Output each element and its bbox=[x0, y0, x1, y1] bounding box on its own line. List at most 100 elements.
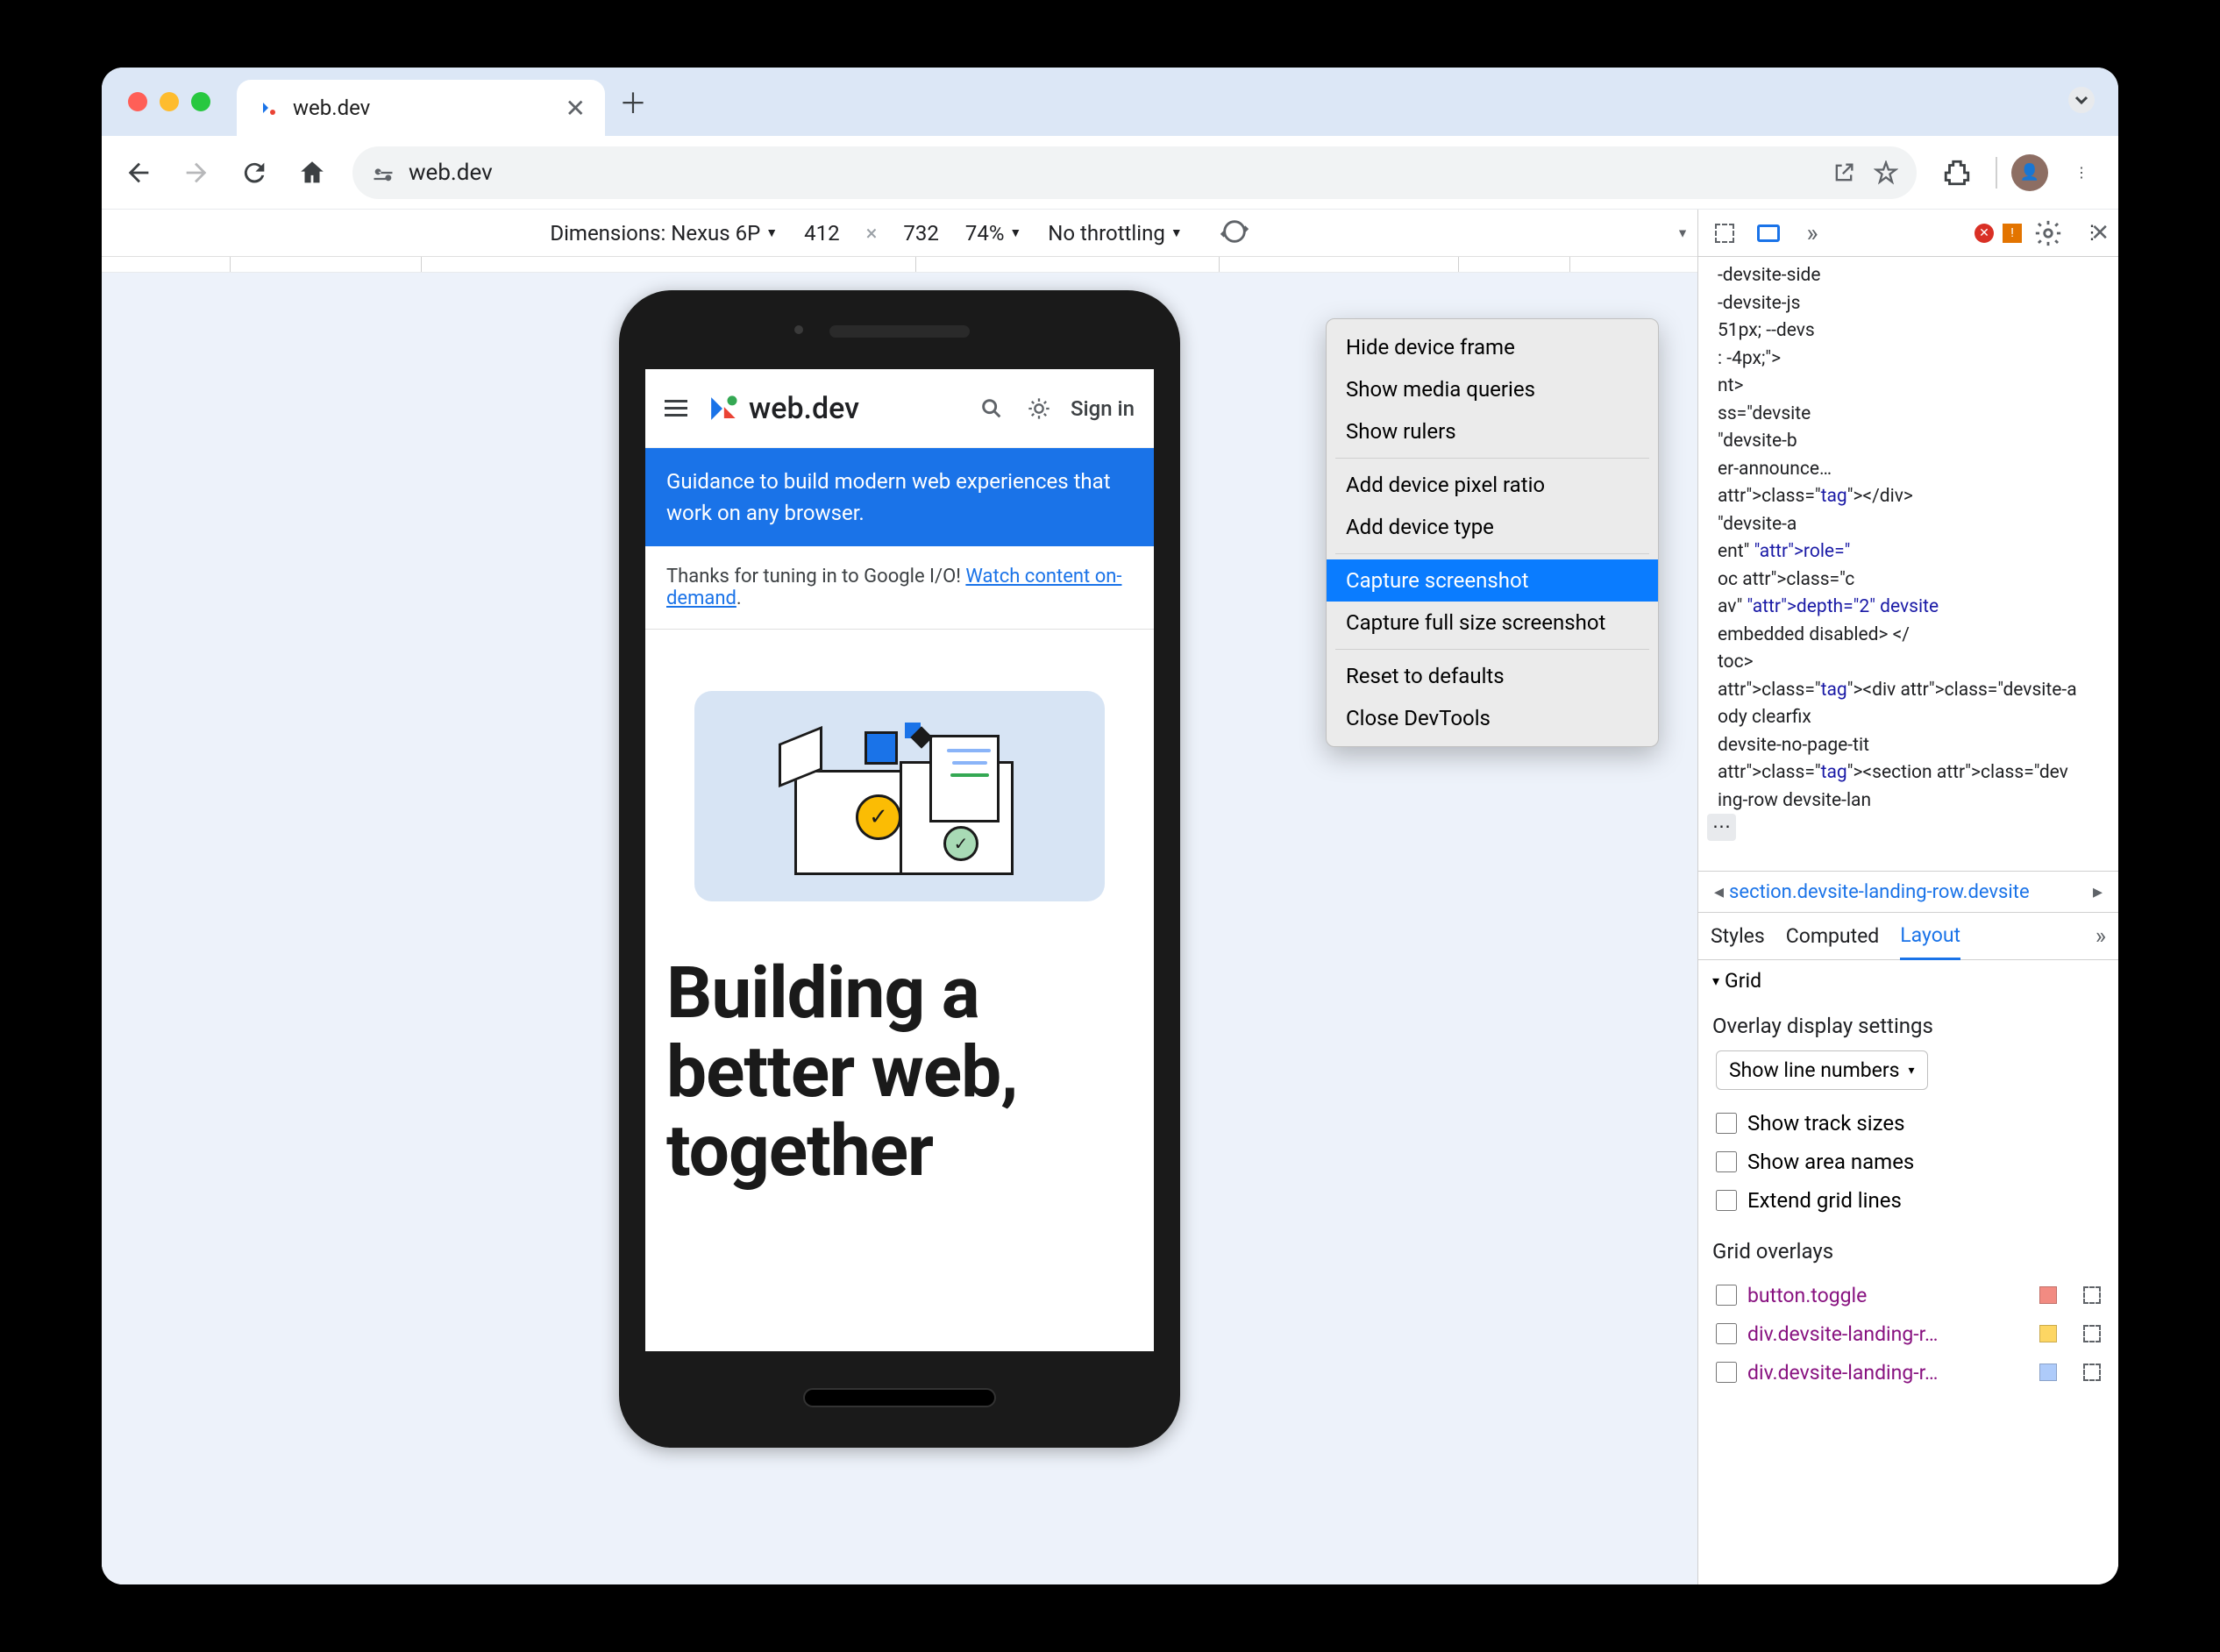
grid-overlay-row[interactable]: div.devsite-landing-r… bbox=[1716, 1353, 2101, 1392]
elements-row[interactable]: devsite-no-page-tit bbox=[1707, 732, 2110, 760]
elements-row[interactable]: attr">class="tag"><div attr">class="devs… bbox=[1707, 677, 2110, 705]
toolbar-divider bbox=[1996, 157, 1997, 189]
elements-row[interactable]: : -4px;"> bbox=[1707, 345, 2110, 374]
devtools-panel: » ✕ ! ⋮ ✕ -devsite-side-devsite-js51px; … bbox=[1697, 210, 2118, 1584]
elements-row[interactable]: 51px; --devs bbox=[1707, 317, 2110, 345]
search-icon[interactable] bbox=[976, 393, 1007, 424]
elements-row[interactable]: -devsite-side bbox=[1707, 262, 2110, 290]
device-mode-icon[interactable] bbox=[1751, 216, 1786, 251]
x-separator: × bbox=[866, 221, 878, 246]
elements-row[interactable]: ent" "attr">role=" bbox=[1707, 538, 2110, 566]
forward-button[interactable] bbox=[172, 148, 221, 197]
tab-computed[interactable]: Computed bbox=[1786, 914, 1880, 958]
device-homebar bbox=[803, 1388, 996, 1407]
tab-styles[interactable]: Styles bbox=[1711, 914, 1765, 958]
throttling-selector[interactable]: No throttling ▼ bbox=[1048, 221, 1182, 246]
devtools-toolbar: » ✕ ! ⋮ ✕ bbox=[1698, 210, 2118, 257]
device-more-button[interactable]: ▼ bbox=[1676, 225, 1689, 240]
settings-gear-icon[interactable] bbox=[2031, 216, 2066, 251]
menu-item[interactable]: Show rulers bbox=[1327, 410, 1658, 452]
inspect-element-icon[interactable] bbox=[1707, 216, 1742, 251]
tab-layout[interactable]: Layout bbox=[1900, 913, 1960, 960]
window-traffic-lights bbox=[128, 92, 210, 111]
elements-panel[interactable]: -devsite-side-devsite-js51px; --devs: -4… bbox=[1698, 257, 2118, 871]
reload-button[interactable] bbox=[230, 148, 279, 197]
device-camera bbox=[794, 325, 803, 334]
warning-badge[interactable]: ! bbox=[2003, 224, 2022, 243]
device-toolbar: Dimensions: Nexus 6P ▼ 412 × 732 74% ▼ N… bbox=[102, 210, 1697, 257]
elements-row[interactable]: oc attr">class="c bbox=[1707, 566, 2110, 595]
elements-row[interactable]: toc> bbox=[1707, 649, 2110, 677]
height-value[interactable]: 732 bbox=[903, 221, 938, 246]
bookmark-icon[interactable] bbox=[1873, 160, 1899, 186]
address-bar[interactable]: web.dev bbox=[352, 146, 1917, 199]
elements-row[interactable]: av" "attr">depth="2" devsite bbox=[1707, 594, 2110, 622]
tabs-overflow-icon[interactable]: » bbox=[2095, 923, 2106, 950]
elements-row[interactable]: attr">class="tag"><section attr">class="… bbox=[1707, 759, 2110, 787]
menu-item[interactable]: Reset to defaults bbox=[1327, 655, 1658, 697]
device-screen: web.dev Sign in Guidance to build modern… bbox=[645, 369, 1154, 1351]
grid-overlay-row[interactable]: div.devsite-landing-r… bbox=[1716, 1314, 2101, 1353]
elements-row[interactable]: attr">class="tag"></div> bbox=[1707, 483, 2110, 511]
hamburger-icon[interactable] bbox=[665, 400, 687, 417]
menu-item[interactable]: Add device type bbox=[1327, 506, 1658, 548]
dimensions-selector[interactable]: Dimensions: Nexus 6P ▼ bbox=[550, 221, 778, 246]
styles-tabbar: Styles Computed Layout » bbox=[1698, 913, 2118, 960]
elements-row[interactable]: ody clearfix bbox=[1707, 704, 2110, 732]
check-area-names[interactable]: Show area names bbox=[1716, 1143, 2101, 1181]
zoom-selector[interactable]: 74% ▼ bbox=[965, 221, 1021, 246]
logo-text: web.dev bbox=[749, 391, 859, 426]
theme-toggle-icon[interactable] bbox=[1023, 393, 1055, 424]
browser-toolbar: web.dev 👤 ⋮ bbox=[102, 136, 2118, 210]
width-value[interactable]: 412 bbox=[804, 221, 839, 246]
extensions-button[interactable] bbox=[1932, 148, 1982, 197]
page-notice: Thanks for tuning in to Google I/O! Watc… bbox=[645, 546, 1154, 630]
ruler bbox=[102, 257, 1697, 273]
menu-item[interactable]: Hide device frame bbox=[1327, 326, 1658, 368]
menu-item[interactable]: Show media queries bbox=[1327, 368, 1658, 410]
more-panels-icon[interactable]: » bbox=[1795, 216, 1830, 251]
webdev-logo[interactable]: web.dev bbox=[703, 389, 859, 428]
elements-row[interactable]: ing-row devsite-lan bbox=[1707, 787, 2110, 815]
open-external-icon[interactable] bbox=[1831, 160, 1857, 186]
page-header: web.dev Sign in bbox=[645, 369, 1154, 448]
profile-avatar[interactable]: 👤 bbox=[2011, 154, 2048, 191]
chrome-menu-button[interactable]: ⋮ bbox=[2057, 148, 2106, 197]
elements-row[interactable]: embedded disabled> </ bbox=[1707, 622, 2110, 650]
home-button[interactable] bbox=[288, 148, 337, 197]
line-numbers-select[interactable]: Show line numbers ▾ bbox=[1716, 1050, 1928, 1090]
tab-overflow-button[interactable] bbox=[2066, 84, 2097, 119]
grid-overlay-row[interactable]: button.toggle bbox=[1716, 1276, 2101, 1314]
hero-illustration: ✓✓ bbox=[694, 691, 1105, 901]
webdev-favicon bbox=[256, 96, 281, 120]
error-badge[interactable]: ✕ bbox=[1975, 224, 1994, 243]
signin-link[interactable]: Sign in bbox=[1071, 396, 1135, 421]
collapsed-ellipsis[interactable]: ⋯ bbox=[1707, 814, 1736, 842]
elements-row[interactable]: ss="devsite bbox=[1707, 401, 2110, 429]
page-blue-banner: Guidance to build modern web experiences… bbox=[645, 448, 1154, 546]
rotate-button[interactable] bbox=[1220, 217, 1249, 250]
elements-row[interactable]: "devsite-b bbox=[1707, 428, 2110, 456]
close-tab-icon[interactable]: ✕ bbox=[566, 94, 586, 123]
maximize-window-button[interactable] bbox=[191, 92, 210, 111]
check-track-sizes[interactable]: Show track sizes bbox=[1716, 1104, 2101, 1143]
menu-item[interactable]: Add device pixel ratio bbox=[1327, 464, 1658, 506]
url-text: web.dev bbox=[409, 160, 493, 186]
menu-item[interactable]: Capture screenshot bbox=[1327, 559, 1658, 602]
elements-row[interactable]: -devsite-js bbox=[1707, 290, 2110, 318]
elements-row[interactable]: er-announce… bbox=[1707, 456, 2110, 484]
new-tab-button[interactable]: ＋ bbox=[615, 84, 651, 119]
close-devtools-icon[interactable]: ✕ bbox=[2090, 220, 2110, 246]
close-window-button[interactable] bbox=[128, 92, 147, 111]
elements-row[interactable]: "devsite-a bbox=[1707, 511, 2110, 539]
breadcrumb-bar[interactable]: ◂ section.devsite-landing-row.devsite ▸ bbox=[1698, 871, 2118, 913]
menu-item[interactable]: Close DevTools bbox=[1327, 697, 1658, 739]
grid-section-header[interactable]: Grid bbox=[1712, 969, 2104, 993]
site-settings-icon[interactable] bbox=[370, 160, 396, 186]
browser-tab[interactable]: web.dev ✕ bbox=[237, 80, 605, 136]
elements-row[interactable]: nt> bbox=[1707, 373, 2110, 401]
check-extend-grid[interactable]: Extend grid lines bbox=[1716, 1181, 2101, 1220]
menu-item[interactable]: Capture full size screenshot bbox=[1327, 602, 1658, 644]
minimize-window-button[interactable] bbox=[160, 92, 179, 111]
back-button[interactable] bbox=[114, 148, 163, 197]
